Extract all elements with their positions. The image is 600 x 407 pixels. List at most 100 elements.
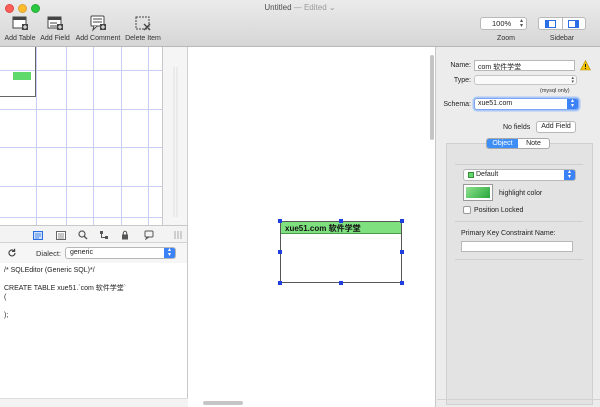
tab-object[interactable]: Object — [487, 139, 518, 148]
mysql-only-note: (mysql only) — [540, 88, 570, 94]
resize-handle[interactable] — [278, 250, 282, 254]
right-sidebar-toggle[interactable] — [561, 18, 586, 29]
delete-item-icon — [135, 16, 151, 31]
list-tab[interactable] — [56, 230, 66, 240]
dialect-label: Dialect: — [36, 249, 62, 258]
color-swatch-icon — [468, 172, 474, 178]
pk-constraint-label: Primary Key Constraint Name: — [461, 230, 556, 237]
grid-line — [66, 47, 67, 225]
pk-constraint-field[interactable] — [461, 241, 573, 252]
scroll-grip-icon[interactable] — [173, 67, 178, 217]
window-title: Untitled — Edited ⌄ — [0, 3, 600, 12]
grid-line — [36, 47, 37, 225]
zoom-field[interactable]: 100% ▴ ▾ — [480, 17, 527, 30]
zoom-value: 100% — [492, 19, 512, 28]
diagram-navigator[interactable] — [0, 47, 163, 225]
inspector-add-field-button[interactable]: Add Field — [536, 121, 576, 133]
sql-editor[interactable]: /* SQLEditor (Generic SQL)*/ CREATE TABL… — [0, 263, 188, 407]
resize-handle[interactable] — [278, 219, 282, 223]
resize-handle[interactable] — [400, 250, 404, 254]
warning-icon — [580, 60, 591, 71]
tab-note[interactable]: Note — [518, 139, 549, 148]
sql-line: /* SQLEditor (Generic SQL)*/ — [4, 267, 95, 274]
name-value: com 软件学堂 — [478, 64, 522, 71]
delete-item-button[interactable]: Delete Item — [124, 14, 162, 42]
list-icon — [56, 230, 66, 240]
sql-line: CREATE TABLE xue51.`com 软件学堂` — [4, 285, 127, 292]
name-label: Name: — [450, 62, 471, 69]
navigator-scrollbar[interactable] — [163, 47, 188, 225]
canvas-vertical-scrollbar[interactable] — [430, 55, 434, 140]
object-note-tabs: Object Note — [486, 138, 550, 149]
dialect-select[interactable]: generic ▴ ▾ — [65, 247, 176, 259]
schema-value: xue51.com — [478, 100, 513, 107]
divider — [455, 164, 583, 165]
resize-handle[interactable] — [400, 281, 404, 285]
hierarchy-tab[interactable] — [99, 230, 109, 240]
grid-line — [121, 47, 122, 225]
sql-line: ); — [4, 312, 9, 319]
add-comment-icon — [90, 15, 106, 32]
search-icon — [78, 230, 88, 240]
highlight-color-fill — [466, 187, 490, 198]
left-sidebar-icon — [544, 19, 556, 28]
right-sidebar-icon — [568, 19, 580, 28]
navigator-table-thumbnail — [13, 72, 31, 80]
grid-line — [0, 217, 162, 218]
divider — [455, 221, 583, 222]
add-field-button[interactable]: Add Field — [39, 14, 71, 42]
table-entity[interactable]: xue51.com 软件学堂 — [280, 221, 402, 283]
grid-line — [0, 186, 162, 187]
sidebar-label: Sidebar — [549, 35, 575, 42]
toolbar: Untitled — Edited ⌄ Add Table Add Field — [0, 0, 600, 47]
resize-handle[interactable] — [400, 219, 404, 223]
type-select[interactable]: ▴ ▾ — [474, 75, 577, 85]
zoom-label: Zoom — [497, 35, 515, 42]
add-field-label: Add Field — [40, 35, 70, 42]
inspector-status-bar — [437, 399, 600, 407]
chevron-up-down-icon: ▴ ▾ — [567, 98, 578, 109]
grid-line — [148, 47, 149, 225]
resize-handle[interactable] — [339, 281, 343, 285]
window-title-text: Untitled — [264, 3, 292, 12]
name-field[interactable]: com 软件学堂 — [474, 60, 575, 71]
color-value: Default — [476, 171, 499, 178]
add-table-label: Add Table — [4, 35, 36, 42]
color-select[interactable]: Default ▴ ▾ — [463, 169, 576, 181]
divider — [455, 259, 583, 260]
comment-tab[interactable] — [144, 230, 154, 240]
dialect-value: generic — [70, 249, 93, 256]
add-table-icon — [12, 16, 28, 30]
search-tab[interactable] — [78, 230, 88, 240]
position-locked-checkbox[interactable] — [463, 206, 471, 214]
no-fields-label: No fields — [503, 124, 531, 131]
sql-line: ( — [4, 294, 7, 301]
zoom-stepper-icon[interactable]: ▴ ▾ — [520, 18, 523, 29]
position-locked-label: Position Locked — [474, 207, 524, 214]
resize-handle[interactable] — [278, 281, 282, 285]
refresh-icon[interactable] — [7, 248, 17, 258]
grid-line — [0, 109, 162, 110]
schema-select[interactable]: xue51.com ▴ ▾ — [474, 98, 579, 110]
left-sidebar-toggle[interactable] — [539, 18, 562, 29]
add-comment-label: Add Comment — [75, 35, 121, 42]
chevron-up-down-icon: ▴ ▾ — [564, 169, 575, 180]
chevron-up-down-icon: ▴ ▾ — [571, 75, 574, 85]
grip-icon — [174, 231, 182, 239]
sql-tab[interactable] — [33, 230, 43, 240]
delete-item-label: Delete Item — [125, 35, 161, 42]
resize-handle[interactable] — [339, 219, 343, 223]
highlight-color-well[interactable] — [463, 184, 493, 201]
window-edited-status[interactable]: — Edited ⌄ — [294, 3, 336, 12]
grid-line — [0, 147, 162, 148]
canvas-horizontal-scrollbar[interactable] — [203, 401, 243, 405]
lock-icon — [122, 230, 128, 240]
add-field-icon — [47, 16, 63, 30]
table-entity-title[interactable]: xue51.com 软件学堂 — [281, 222, 401, 234]
dialect-bar: Dialect: generic ▴ ▾ — [0, 243, 188, 263]
add-comment-button[interactable]: Add Comment — [74, 14, 122, 42]
hierarchy-icon — [100, 231, 108, 239]
lock-tab[interactable] — [120, 230, 130, 240]
add-table-button[interactable]: Add Table — [4, 14, 36, 42]
panel-resize-handle[interactable] — [173, 230, 183, 240]
